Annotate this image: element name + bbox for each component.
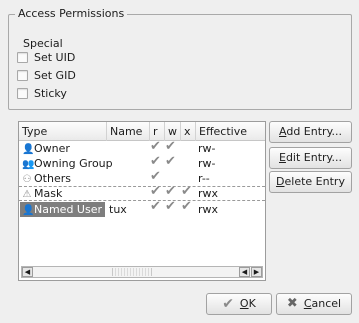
horizontal-scrollbar[interactable]: ◀ ◀ ▶ — [21, 266, 263, 278]
table-row[interactable]: 👥Owning Group ✔ ✔ rw- — [19, 154, 265, 170]
set-uid-box[interactable] — [17, 51, 28, 63]
row-type: ⚇ Others — [22, 172, 71, 185]
header-x[interactable]: x — [181, 122, 196, 141]
edit-entry-button[interactable]: Edit Entry... — [269, 147, 352, 169]
add-entry-button[interactable]: Add Entry... — [269, 121, 352, 143]
group-icon: 👥 — [22, 159, 35, 170]
sticky-box[interactable] — [17, 87, 28, 99]
r-check-icon: ✔ — [150, 169, 161, 184]
header-effective[interactable]: Effective — [196, 122, 265, 141]
acl-table[interactable]: Type Name r w x Effective 👤Owner ✔ ✔ rw-… — [18, 121, 266, 281]
set-gid-checkbox[interactable]: Set GID — [17, 67, 76, 83]
header-type[interactable]: Type — [19, 122, 107, 141]
sticky-label: Sticky — [34, 86, 67, 100]
group-title: Access Permissions — [15, 7, 128, 21]
w-check-icon: ✔ — [165, 184, 176, 199]
header-name[interactable]: Name — [107, 122, 150, 141]
cancel-button[interactable]: ✖ Cancel — [276, 293, 352, 315]
r-check-icon: ✔ — [150, 199, 161, 214]
delete-entry-button[interactable]: Delete Entry — [269, 171, 352, 193]
set-uid-checkbox[interactable]: Set UID — [17, 49, 75, 65]
w-check-icon: ✔ — [165, 154, 176, 169]
row-name — [107, 187, 109, 200]
scroll-left-button-2[interactable]: ◀ — [239, 267, 250, 277]
set-uid-label: Set UID — [34, 50, 76, 64]
table-row[interactable]: ⚇ Others ✔ r-- — [19, 169, 265, 185]
row-effective: rwx — [198, 187, 219, 200]
table-row[interactable]: 👤Owner ✔ ✔ rw- — [19, 139, 265, 155]
warning-icon: ⚠ — [22, 189, 32, 200]
row-effective: rw- — [198, 157, 216, 170]
row-type: 👥Owning Group — [22, 157, 113, 170]
sticky-checkbox[interactable]: Sticky — [17, 85, 67, 101]
row-type: ⚠ Mask — [22, 187, 63, 200]
set-gid-box[interactable] — [17, 69, 28, 81]
table-row-selected[interactable]: 👤Named User tux ✔ ✔ ✔ rwx — [19, 199, 265, 217]
x-check-icon: ✔ — [181, 199, 192, 214]
row-name: tux — [109, 203, 127, 216]
r-check-icon: ✔ — [150, 154, 161, 169]
r-check-icon: ✔ — [150, 139, 161, 154]
scroll-thumb[interactable] — [112, 268, 152, 276]
row-effective: rw- — [198, 142, 216, 155]
ok-button[interactable]: ✔ OK — [206, 293, 272, 315]
r-check-icon: ✔ — [150, 184, 161, 199]
w-check-icon: ✔ — [165, 139, 176, 154]
row-type: 👤Owner — [22, 142, 70, 155]
row-name — [107, 157, 109, 170]
row-name — [107, 142, 109, 155]
user-icon: 👤 — [22, 144, 35, 155]
set-gid-label: Set GID — [34, 68, 76, 82]
others-icon: ⚇ — [22, 174, 32, 185]
w-check-icon: ✔ — [165, 199, 176, 214]
row-effective: r-- — [198, 172, 210, 185]
table-row[interactable]: ⚠ Mask ✔ ✔ ✔ rwx — [19, 184, 265, 201]
x-check-icon: ✔ — [181, 184, 192, 199]
close-icon: ✖ — [286, 296, 298, 311]
row-type: 👤Named User — [20, 202, 105, 217]
row-name — [107, 172, 109, 185]
checkmark-icon: ✔ — [222, 296, 234, 312]
scroll-left-button[interactable]: ◀ — [22, 267, 33, 277]
user-icon: 👤 — [22, 205, 35, 216]
row-effective: rwx — [198, 203, 219, 216]
table-header: Type Name r w x Effective — [19, 122, 265, 141]
scroll-right-button[interactable]: ▶ — [251, 267, 262, 277]
